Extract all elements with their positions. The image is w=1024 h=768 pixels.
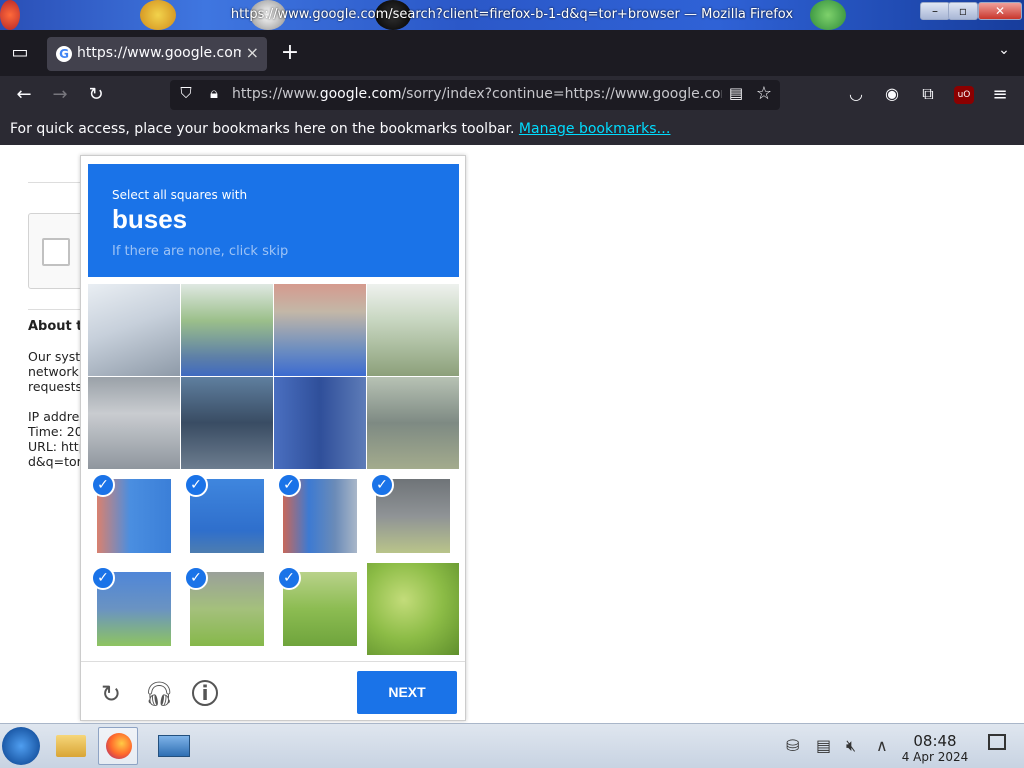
clock-date: 4 Apr 2024 xyxy=(901,750,969,764)
tab-google-sorry[interactable]: G https://www.google.com/sorry/index × xyxy=(47,37,267,71)
info-line: Our syste xyxy=(28,349,88,364)
network-icon[interactable]: ⛁ xyxy=(786,736,799,755)
ublock-origin-icon[interactable]: uO xyxy=(954,86,974,104)
back-icon[interactable]: ← xyxy=(12,84,36,105)
url-text[interactable]: https://www.google.com/sorry/index?conti… xyxy=(232,86,722,102)
challenge-header: Select all squares with buses If there a… xyxy=(88,164,459,277)
taskbar: ⛁ ▤ 🔇︎ ∧ 08:48 4 Apr 2024 xyxy=(0,723,1024,768)
account-icon[interactable]: ◉ xyxy=(880,84,904,103)
pocket-icon[interactable]: ◡ xyxy=(844,84,868,103)
bookmark-star-icon[interactable]: ☆ xyxy=(754,83,774,104)
minimize-button[interactable]: – xyxy=(920,2,950,20)
grid-tile[interactable] xyxy=(367,563,459,655)
file-manager-icon[interactable] xyxy=(52,727,92,765)
tile-image xyxy=(181,377,273,469)
info-line: network. xyxy=(28,364,83,379)
show-desktop-icon[interactable] xyxy=(988,734,1006,750)
grid-tile[interactable] xyxy=(88,377,180,469)
grid-tile[interactable] xyxy=(367,377,459,469)
grid-tile-selected[interactable]: ✓ xyxy=(181,563,273,655)
tile-image xyxy=(367,284,459,376)
tile-image xyxy=(274,377,366,469)
tracking-shield-icon[interactable]: ⛉ xyxy=(176,84,196,102)
start-button-icon[interactable] xyxy=(2,727,40,765)
url-bar[interactable]: ⛉ 🔒︎ https://www.google.com/sorry/index?… xyxy=(170,80,780,110)
bookmarks-hint-text: For quick access, place your bookmarks h… xyxy=(10,121,515,137)
grid-tile-selected[interactable]: ✓ xyxy=(88,470,180,562)
grid-tile-selected[interactable]: ✓ xyxy=(274,563,366,655)
info-line: IP addres xyxy=(28,409,86,424)
skip-hint: If there are none, click skip xyxy=(112,244,289,259)
checkmark-icon: ✓ xyxy=(91,473,115,497)
bookmarks-toolbar: For quick access, place your bookmarks h… xyxy=(0,114,1024,145)
divider xyxy=(28,182,88,183)
window-titlebar: https://www.google.com/search?client=fir… xyxy=(0,0,1024,30)
firefox-taskbar-icon[interactable] xyxy=(98,727,138,765)
grid-tile-selected[interactable]: ✓ xyxy=(181,470,273,562)
tile-image xyxy=(88,377,180,469)
tile-image xyxy=(367,563,459,655)
checkmark-icon: ✓ xyxy=(277,566,301,590)
grid-tile-selected[interactable]: ✓ xyxy=(367,470,459,562)
reload-icon[interactable]: ↻ xyxy=(84,84,108,105)
tab-strip: ▭ G https://www.google.com/sorry/index ×… xyxy=(0,30,1024,76)
volume-muted-icon[interactable]: 🔇︎ xyxy=(846,736,856,756)
navigation-toolbar: ← → ↻ ⛉ 🔒︎ https://www.google.com/sorry/… xyxy=(0,76,1024,114)
close-window-button[interactable]: ✕ xyxy=(978,2,1022,20)
checkmark-icon: ✓ xyxy=(184,566,208,590)
manage-bookmarks-link[interactable]: Manage bookmarks… xyxy=(519,121,671,137)
recaptcha-checkbox[interactable] xyxy=(42,238,70,266)
extensions-icon[interactable]: ⧉ xyxy=(916,84,940,104)
checkmark-icon: ✓ xyxy=(184,473,208,497)
grid-tile-selected[interactable]: ✓ xyxy=(88,563,180,655)
checkmark-icon: ✓ xyxy=(370,473,394,497)
tile-image xyxy=(274,284,366,376)
grid-tile[interactable] xyxy=(274,284,366,376)
grid-tile[interactable] xyxy=(88,284,180,376)
next-button[interactable]: NEXT xyxy=(357,671,457,714)
reader-view-icon[interactable]: ▤ xyxy=(726,84,746,102)
checkmark-icon: ✓ xyxy=(277,473,301,497)
clipboard-icon[interactable]: ▤ xyxy=(816,736,831,755)
info-line: Time: 20 xyxy=(28,424,83,439)
grid-tile[interactable] xyxy=(181,377,273,469)
tab-close-icon[interactable]: × xyxy=(246,43,259,62)
audio-challenge-icon[interactable]: 🎧︎ xyxy=(144,680,174,708)
info-line: URL: http xyxy=(28,439,87,454)
forward-icon[interactable]: → xyxy=(48,84,72,105)
window-title: https://www.google.com/search?client=fir… xyxy=(230,7,794,22)
instruction-text: Select all squares with xyxy=(112,188,248,202)
lock-icon[interactable]: 🔒︎ xyxy=(204,84,224,102)
grid-tile[interactable] xyxy=(274,377,366,469)
grid-tile-selected[interactable]: ✓ xyxy=(274,470,366,562)
tile-image xyxy=(367,377,459,469)
firefox-view-icon[interactable]: ▭ xyxy=(8,42,32,63)
tile-image xyxy=(181,284,273,376)
list-tabs-icon[interactable]: ⌄ xyxy=(992,42,1016,58)
new-tab-button[interactable]: + xyxy=(278,40,302,65)
maximize-button[interactable]: ▫ xyxy=(948,2,978,20)
menu-icon[interactable]: ≡ xyxy=(988,84,1012,105)
grid-tile[interactable] xyxy=(367,284,459,376)
bookmarks-hint: For quick access, place your bookmarks h… xyxy=(10,121,670,137)
info-line: requests xyxy=(28,379,83,394)
info-icon[interactable]: i xyxy=(192,680,218,706)
image-grid: ✓ ✓ ✓ ✓ ✓ ✓ ✓ xyxy=(88,284,459,655)
system-monitor-icon[interactable] xyxy=(154,727,194,765)
clock[interactable]: 08:48 4 Apr 2024 xyxy=(898,732,972,764)
grid-tile[interactable] xyxy=(181,284,273,376)
checkmark-icon: ✓ xyxy=(91,566,115,590)
tray-expand-icon[interactable]: ∧ xyxy=(876,736,888,755)
target-object: buses xyxy=(112,204,188,234)
google-favicon-icon: G xyxy=(56,46,72,62)
reload-challenge-icon[interactable]: ↻ xyxy=(97,680,125,708)
recaptcha-widget xyxy=(28,213,88,289)
challenge-footer: ↻ 🎧︎ i NEXT xyxy=(81,661,465,721)
tab-label: https://www.google.com/sorry/index xyxy=(77,45,241,61)
clock-time: 08:48 xyxy=(913,732,957,750)
divider xyxy=(28,309,88,310)
tile-image xyxy=(88,284,180,376)
recaptcha-challenge: Select all squares with buses If there a… xyxy=(80,155,466,721)
